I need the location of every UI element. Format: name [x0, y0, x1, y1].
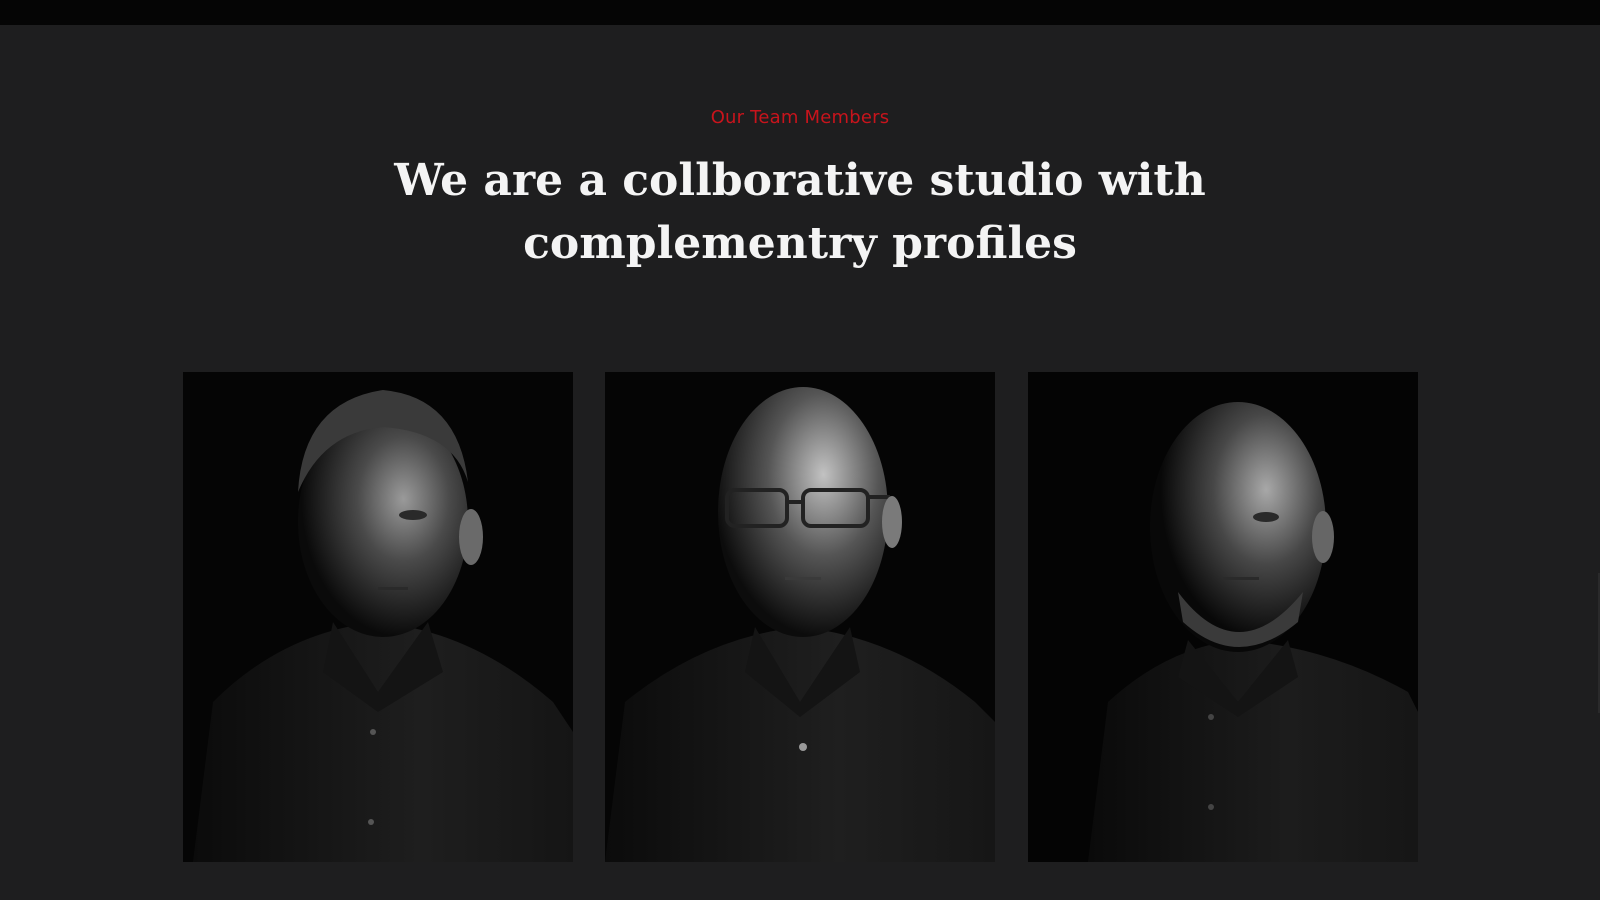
team-member-photo-3: [1028, 372, 1418, 862]
team-section: Our Team Members We are a collborative s…: [0, 25, 1600, 900]
team-member-card-3[interactable]: [1028, 372, 1418, 862]
headline-line-2: complementry profiles: [523, 218, 1077, 269]
headline-line-1: We are a collborative studio with: [394, 155, 1206, 206]
team-member-card-1[interactable]: [183, 372, 573, 862]
team-member-card-2[interactable]: [605, 372, 995, 862]
team-member-photo-2: [605, 372, 995, 862]
section-eyebrow: Our Team Members: [710, 107, 890, 128]
team-member-photo-1: [183, 372, 573, 862]
top-bar: [0, 0, 1600, 25]
section-headline: We are a collborative studio with comple…: [300, 149, 1300, 275]
